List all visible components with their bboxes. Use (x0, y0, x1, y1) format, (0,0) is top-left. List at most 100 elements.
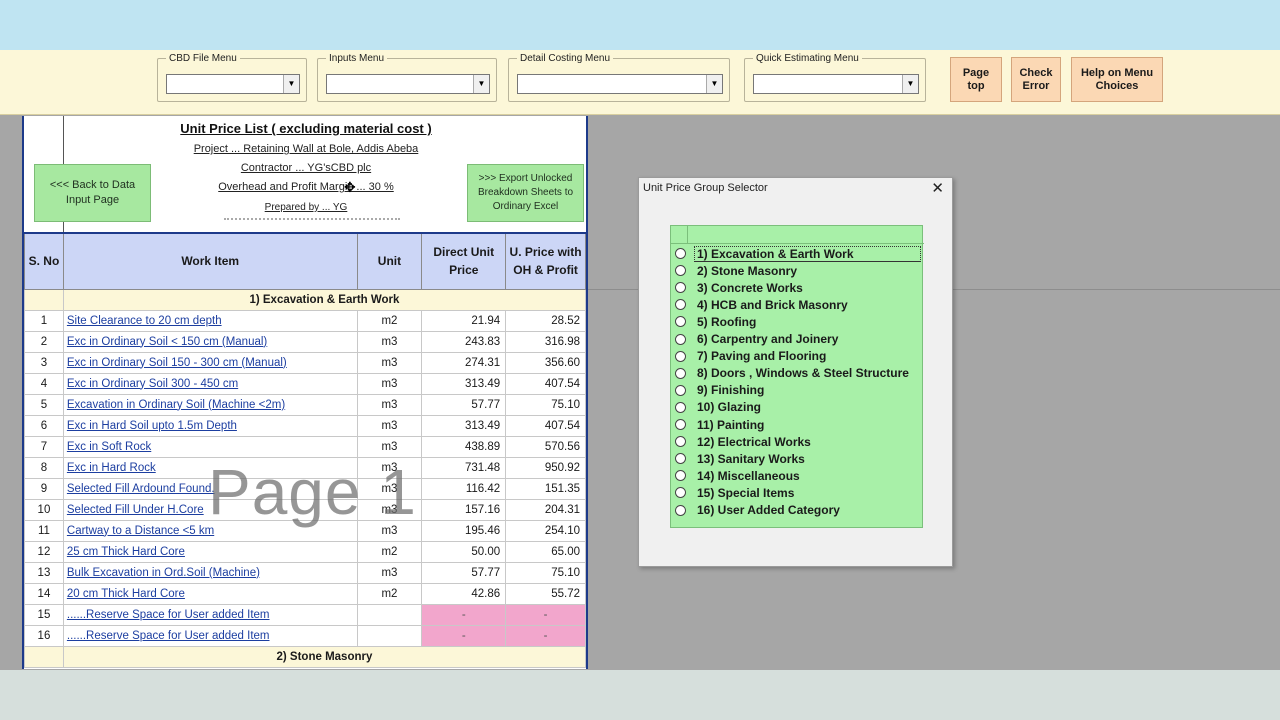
work-item-link[interactable]: Exc in Ordinary Soil < 150 cm (Manual) (62, 330, 358, 353)
radio-button-icon[interactable] (675, 333, 686, 345)
quick-estimating-menu-group: Quick Estimating Menu ▼ (744, 53, 926, 102)
menu-toolbar: CBD File Menu ▼ Inputs Menu ▼ Detail Cos… (0, 50, 1280, 115)
group-listbox[interactable]: 1) Excavation & Earth Work 2) Stone Mason… (670, 225, 924, 528)
inputs-menu-dropdown[interactable]: ▼ (326, 74, 490, 94)
back-to-data-input-button[interactable]: <<< Back to Data Input Page (34, 164, 151, 222)
reserve-item-link[interactable]: ......Reserve Space for User added Item (62, 603, 358, 626)
group-option-label: 3) Concrete Works (697, 280, 803, 295)
col-header-work-item: Work Item (62, 232, 358, 290)
detail-costing-menu-dropdown[interactable]: ▼ (517, 74, 723, 94)
radio-button-icon[interactable] (675, 436, 686, 448)
category-row: 1) Excavation & Earth Work (24, 288, 586, 311)
check-error-button[interactable]: Check Error (1011, 57, 1061, 102)
radio-button-icon[interactable] (675, 470, 686, 482)
row-unit (356, 624, 423, 647)
row-no: 8 (24, 456, 64, 479)
category-label: 1) Excavation & Earth Work (62, 288, 586, 311)
radio-button-icon[interactable] (675, 350, 686, 362)
row-unit: m2 (356, 582, 423, 605)
unit-price-table: S. No Work Item Unit Direct Unit Price U… (24, 232, 586, 668)
category-cell-empty (24, 288, 64, 311)
work-item-link[interactable]: 25 cm Thick Hard Core (62, 540, 358, 563)
group-option-4[interactable]: 4) HCB and Brick Masonry (675, 296, 921, 313)
row-oh-price: 356.60 (505, 351, 586, 374)
table-row: 3 Exc in Ordinary Soil 150 - 300 cm (Manu… (24, 351, 586, 374)
quick-estimating-menu-dropdown[interactable]: ▼ (753, 74, 919, 94)
work-item-link[interactable]: Bulk Excavation in Ord.Soil (Machine) (62, 561, 358, 584)
group-option-label: 12) Electrical Works (697, 434, 811, 449)
row-no: 7 (24, 435, 64, 458)
work-item-link[interactable]: Exc in Soft Rock (62, 435, 358, 458)
radio-button-icon[interactable] (675, 504, 686, 516)
chevron-down-icon[interactable]: ▼ (473, 75, 489, 93)
reserve-item-link[interactable]: ......Reserve Space for User added Item (62, 624, 358, 647)
radio-button-icon[interactable] (675, 299, 686, 311)
group-option-13[interactable]: 13) Sanitary Works (675, 450, 921, 467)
group-option-11[interactable]: 11) Painting (675, 416, 921, 433)
listbox-header (671, 226, 924, 244)
radio-button-icon[interactable] (675, 316, 686, 328)
row-no: 15 (24, 603, 64, 626)
inputs-menu-group: Inputs Menu ▼ (317, 53, 497, 102)
group-option-16[interactable]: 16) User Added Category (675, 502, 921, 519)
group-option-6[interactable]: 6) Carpentry and Joinery (675, 331, 921, 348)
cbd-file-menu-dropdown[interactable]: ▼ (166, 74, 300, 94)
row-oh-price: 151.35 (505, 477, 586, 500)
radio-button-icon[interactable] (675, 401, 686, 413)
work-item-link[interactable]: Exc in Ordinary Soil 300 - 450 cm (62, 372, 358, 395)
radio-button-icon[interactable] (675, 367, 686, 379)
group-option-label: 7) Paving and Flooring (697, 349, 827, 364)
dotted-separator (224, 218, 400, 220)
radio-button-icon[interactable] (675, 265, 686, 277)
row-oh-price: 55.72 (505, 582, 586, 605)
row-oh-price: 950.92 (505, 456, 586, 479)
overhead-line: Overhead and Profit Margin ... 30 % (218, 181, 394, 193)
row-direct-price: 243.83 (421, 330, 507, 353)
row-oh-price: 65.00 (505, 540, 586, 563)
row-oh-price: 75.10 (505, 561, 586, 584)
radio-button-icon[interactable] (675, 384, 686, 396)
close-icon[interactable]: ✕ (931, 179, 944, 197)
chevron-down-icon[interactable]: ▼ (902, 75, 918, 93)
page-top-button[interactable]: Page top (950, 57, 1002, 102)
reserve-row: 16 ......Reserve Space for User added Ite… (24, 624, 586, 647)
radio-button-icon[interactable] (675, 453, 686, 465)
group-option-9[interactable]: 9) Finishing (675, 382, 921, 399)
group-option-12[interactable]: 12) Electrical Works (675, 433, 921, 450)
group-option-1[interactable]: 1) Excavation & Earth Work (675, 245, 921, 262)
chevron-down-icon[interactable]: ▼ (706, 75, 722, 93)
work-item-link[interactable]: Site Clearance to 20 cm depth (62, 309, 358, 332)
group-option-7[interactable]: 7) Paving and Flooring (675, 348, 921, 365)
quick-estimating-menu-label: Quick Estimating Menu (753, 53, 862, 64)
top-band (0, 0, 1280, 50)
group-option-15[interactable]: 15) Special Items (675, 484, 921, 501)
group-option-14[interactable]: 14) Miscellaneous (675, 467, 921, 484)
work-item-link[interactable]: Exc in Hard Soil upto 1.5m Depth (62, 414, 358, 437)
radio-button-icon[interactable] (675, 419, 686, 430)
row-direct-price: 157.16 (421, 498, 507, 521)
row-direct-price: 195.46 (421, 519, 507, 542)
work-item-link[interactable]: Excavation in Ordinary Soil (Machine <2m… (62, 393, 358, 416)
group-option-3[interactable]: 3) Concrete Works (675, 279, 921, 296)
row-direct-price: 313.49 (421, 414, 507, 437)
table-row: 2 Exc in Ordinary Soil < 150 cm (Manual) m… (24, 330, 586, 353)
group-option-8[interactable]: 8) Doors , Windows & Steel Structure (675, 365, 921, 382)
group-option-label: 14) Miscellaneous (697, 468, 800, 483)
radio-button-icon[interactable] (675, 248, 686, 259)
radio-button-icon[interactable] (675, 282, 686, 294)
chevron-down-icon[interactable]: ▼ (283, 75, 299, 93)
radio-button-icon[interactable] (675, 487, 686, 499)
group-option-5[interactable]: 5) Roofing (675, 313, 921, 330)
help-menu-choices-button[interactable]: Help on Menu Choices (1071, 57, 1163, 102)
group-option-label: 2) Stone Masonry (697, 263, 798, 278)
group-option-2[interactable]: 2) Stone Masonry (675, 262, 921, 279)
row-oh-price: 316.98 (505, 330, 586, 353)
export-unlocked-sheets-button[interactable]: >>> Export Unlocked Breakdown Sheets to … (467, 164, 584, 222)
page-watermark: Page 1 (208, 456, 417, 528)
row-no: 10 (24, 498, 64, 521)
table-row: 6 Exc in Hard Soil upto 1.5m Depth m3 313.4… (24, 414, 586, 437)
group-option-10[interactable]: 10) Glazing (675, 399, 921, 416)
work-item-link[interactable]: Exc in Ordinary Soil 150 - 300 cm (Manua… (62, 351, 358, 374)
row-direct-price: 21.94 (421, 309, 507, 332)
work-item-link[interactable]: 20 cm Thick Hard Core (62, 582, 358, 605)
